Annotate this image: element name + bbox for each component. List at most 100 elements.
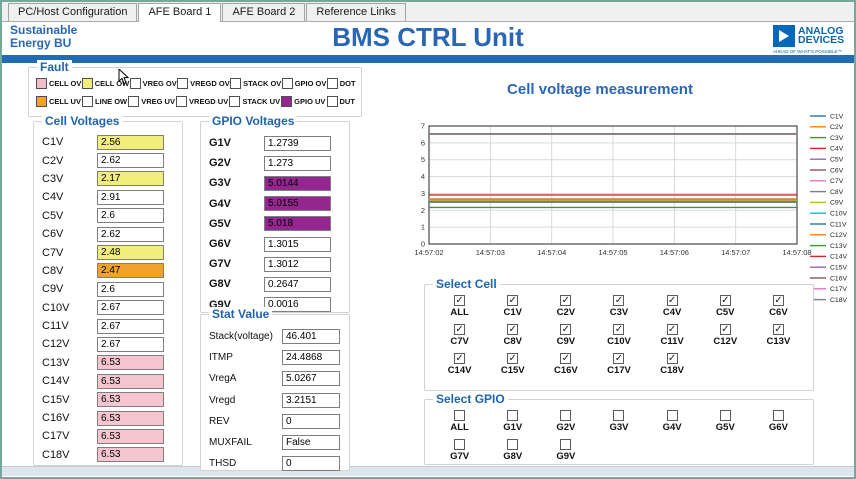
- gpio-voltage-row: G7V1.3012: [201, 254, 349, 274]
- select-cell-item-c11v[interactable]: ✓C11V: [646, 324, 699, 347]
- select-gpio-checkbox-g3v[interactable]: [613, 410, 624, 421]
- select-gpio-checkbox-g9v[interactable]: [560, 439, 571, 450]
- cell-voltage-value-c9v: 2.6: [97, 282, 164, 297]
- gpio-voltage-value-g1v: 1.2739: [264, 136, 331, 151]
- select-cell-checkbox-label: C5V: [716, 307, 734, 318]
- select-cell-checkbox-c16v[interactable]: ✓: [560, 353, 571, 364]
- select-gpio-checkbox-g4v[interactable]: [667, 410, 678, 421]
- select-gpio-checkbox-g8v[interactable]: [507, 439, 518, 450]
- cell-voltage-value-c16v: 6.53: [97, 411, 164, 426]
- select-gpio-checkbox-g5v[interactable]: [720, 410, 731, 421]
- select-cell-item-c5v[interactable]: ✓C5V: [699, 295, 752, 318]
- select-cell-checkbox-label: C10V: [607, 336, 631, 347]
- select-cell-item-c13v[interactable]: ✓C13V: [752, 324, 805, 347]
- stat-value-title: Stat Value: [209, 307, 272, 321]
- select-cell-item-c8v[interactable]: ✓C8V: [486, 324, 539, 347]
- select-cell-checkbox-c7v[interactable]: ✓: [454, 324, 465, 335]
- gpio-voltage-row: G8V0.2647: [201, 274, 349, 294]
- stat-row: ITMP24.4868: [201, 347, 349, 368]
- select-cell-item-c10v[interactable]: ✓C10V: [592, 324, 645, 347]
- select-cell-checkbox-all[interactable]: ✓: [454, 295, 465, 306]
- select-cell-checkbox-label: C3V: [610, 307, 628, 318]
- fault-item-vreg-uv: VREG UV: [128, 96, 176, 107]
- chart-title: Cell voltage measurement: [410, 81, 790, 98]
- cell-voltage-row: C4V2.91: [34, 188, 182, 206]
- select-gpio-item-g2v[interactable]: G2V: [539, 410, 592, 433]
- select-gpio-checkbox-g2v[interactable]: [560, 410, 571, 421]
- cell-voltage-row: C2V2.62: [34, 151, 182, 169]
- select-cell-checkbox-label: C7V: [450, 336, 468, 347]
- select-gpio-item-g9v[interactable]: G9V: [539, 439, 592, 462]
- gpio-voltage-label-g8v: G8V: [209, 278, 264, 290]
- select-cell-checkbox-label: C2V: [557, 307, 575, 318]
- select-cell-checkbox-c15v[interactable]: ✓: [507, 353, 518, 364]
- select-cell-item-c15v[interactable]: ✓C15V: [486, 353, 539, 376]
- cell-voltage-value-c14v: 6.53: [97, 374, 164, 389]
- tab-afe-board-2[interactable]: AFE Board 2: [222, 3, 305, 21]
- legend-entry-c15v: C15V: [810, 265, 847, 272]
- select-cell-item-c4v[interactable]: ✓C4V: [646, 295, 699, 318]
- select-cell-item-c6v[interactable]: ✓C6V: [752, 295, 805, 318]
- select-gpio-item-g7v[interactable]: G7V: [433, 439, 486, 462]
- select-cell-item-c18v[interactable]: ✓C18V: [646, 353, 699, 376]
- select-gpio-checkbox-g6v[interactable]: [773, 410, 784, 421]
- select-cell-checkbox-c4v[interactable]: ✓: [667, 295, 678, 306]
- select-gpio-item-all[interactable]: ALL: [433, 410, 486, 433]
- legend-label-c18v: C18V: [830, 297, 847, 304]
- tab-afe-board-1[interactable]: AFE Board 1: [138, 3, 221, 22]
- tab-reference-links[interactable]: Reference Links: [306, 3, 406, 21]
- fault-group-title: Fault: [37, 60, 72, 74]
- select-cell-checkbox-c13v[interactable]: ✓: [773, 324, 784, 335]
- cell-voltage-row: C8V2.47: [34, 262, 182, 280]
- main-content: Fault CELL OVCELL OWVREG OVVREGD OVSTACK…: [2, 63, 854, 466]
- select-cell-checkbox-c8v[interactable]: ✓: [507, 324, 518, 335]
- select-gpio-item-g1v[interactable]: G1V: [486, 410, 539, 433]
- select-cell-checkbox-c6v[interactable]: ✓: [773, 295, 784, 306]
- stat-rows: Stack(voltage)46.401ITMP24.4868VregA5.02…: [201, 315, 349, 474]
- select-cell-item-c3v[interactable]: ✓C3V: [592, 295, 645, 318]
- select-gpio-item-g3v[interactable]: G3V: [592, 410, 645, 433]
- x-tick-label: 14:57:02: [414, 248, 443, 257]
- select-cell-item-all[interactable]: ✓ALL: [433, 295, 486, 318]
- select-gpio-item-g8v[interactable]: G8V: [486, 439, 539, 462]
- select-cell-item-c17v[interactable]: ✓C17V: [592, 353, 645, 376]
- select-gpio-checkbox-all[interactable]: [454, 410, 465, 421]
- select-gpio-item-g6v[interactable]: G6V: [752, 410, 805, 433]
- gpio-voltages-title: GPIO Voltages: [209, 114, 297, 128]
- y-tick-label: 2: [421, 206, 425, 215]
- cell-voltage-label-c8v: C8V: [42, 265, 97, 277]
- gpio-voltage-label-g6v: G6V: [209, 238, 264, 250]
- select-cell-item-c12v[interactable]: ✓C12V: [699, 324, 752, 347]
- select-cell-item-c16v[interactable]: ✓C16V: [539, 353, 592, 376]
- select-cell-item-c14v[interactable]: ✓C14V: [433, 353, 486, 376]
- select-gpio-item-g5v[interactable]: G5V: [699, 410, 752, 433]
- select-cell-checkbox-c17v[interactable]: ✓: [613, 353, 624, 364]
- stat-value-vregd: 3.2151: [282, 393, 340, 408]
- legend-entry-c12v: C12V: [810, 232, 847, 239]
- select-gpio-checkbox-g7v[interactable]: [454, 439, 465, 450]
- select-cell-checkbox-c18v[interactable]: ✓: [667, 353, 678, 364]
- fault-indicator-cell-ov: [36, 78, 47, 89]
- select-cell-checkbox-c5v[interactable]: ✓: [720, 295, 731, 306]
- select-cell-checkbox-c3v[interactable]: ✓: [613, 295, 624, 306]
- select-cell-checkbox-c1v[interactable]: ✓: [507, 295, 518, 306]
- tab-pc-host-configuration[interactable]: PC/Host Configuration: [8, 3, 137, 21]
- select-cell-checkbox-c10v[interactable]: ✓: [613, 324, 624, 335]
- select-cell-checkbox-c2v[interactable]: ✓: [560, 295, 571, 306]
- select-cell-checkbox-c14v[interactable]: ✓: [454, 353, 465, 364]
- select-cell-item-c9v[interactable]: ✓C9V: [539, 324, 592, 347]
- cell-voltage-label-c18v: C18V: [42, 449, 97, 461]
- select-cell-item-c2v[interactable]: ✓C2V: [539, 295, 592, 318]
- select-gpio-item-g4v[interactable]: G4V: [646, 410, 699, 433]
- select-cell-checkbox-label: C16V: [554, 365, 578, 376]
- cell-voltage-value-c11v: 2.67: [97, 319, 164, 334]
- select-cell-checkbox-c12v[interactable]: ✓: [720, 324, 731, 335]
- cell-voltage-label-c3v: C3V: [42, 173, 97, 185]
- gpio-voltage-row: G3V5.0144: [201, 173, 349, 193]
- fault-item-vreg-ov: VREG OV: [130, 78, 178, 89]
- select-cell-item-c7v[interactable]: ✓C7V: [433, 324, 486, 347]
- select-cell-checkbox-c11v[interactable]: ✓: [667, 324, 678, 335]
- select-gpio-checkbox-g1v[interactable]: [507, 410, 518, 421]
- select-cell-checkbox-c9v[interactable]: ✓: [560, 324, 571, 335]
- select-cell-item-c1v[interactable]: ✓C1V: [486, 295, 539, 318]
